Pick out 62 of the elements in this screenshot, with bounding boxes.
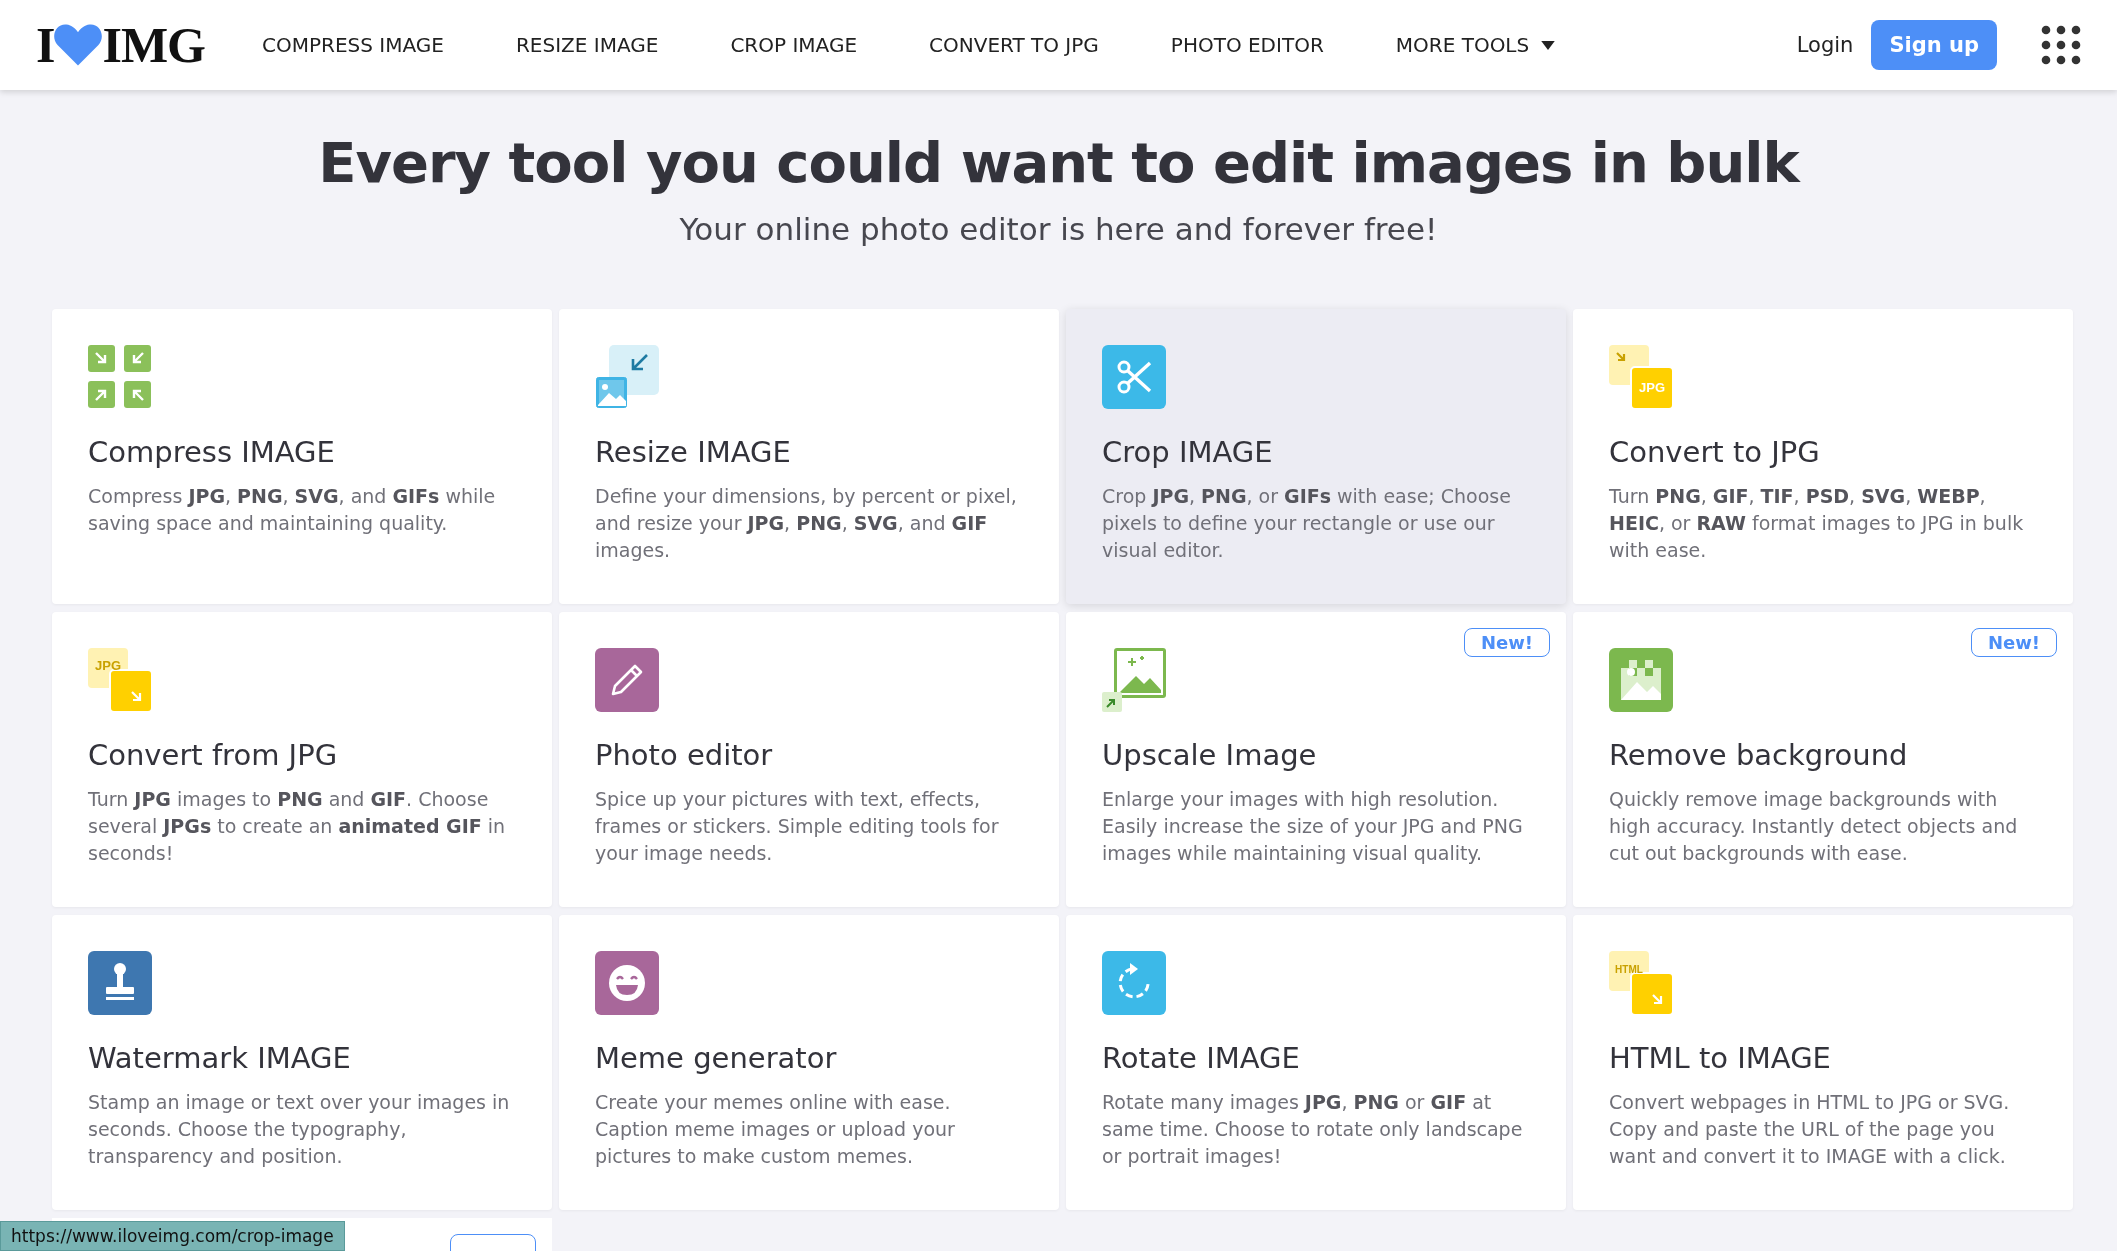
tool-card[interactable]: Watermark IMAGE Stamp an image or text over your images in seconds. Choose the typography, transparency and position. [52,915,552,1210]
new-badge: New! [1970,628,2057,657]
tool-description: Define your dimensions, by percent or pixel, and resize your JPG, PNG, SVG, and GIF images. [595,484,1018,563]
tool-card[interactable]: HTML HTML to IMAGE Convert webpages in HTML to JPG or SVG. Copy and paste the URL of the page you want and convert it to IMAGE with a click. [1573,915,2073,1210]
compress-arrows-icon [88,345,152,409]
page-subheading: Your online photo editor is here and forever free! [678,211,1439,247]
upscale-image-icon [1102,648,1166,712]
tool-card[interactable]: JPG Convert from JPG Turn JPG images to PNG and GIF. Choose several JPGs to create an animated GIF in seconds! [52,612,552,907]
tool-description: Crop JPG, PNG, or GIFs with ease; Choose pixels to define your rectangle or use our visual editor. [1102,484,1512,563]
nav-link[interactable]: CONVERT TO JPG [902,33,1126,57]
tool-title: Upscale Image [1102,738,1318,772]
stamp-icon [88,951,152,1015]
tool-card[interactable]: Rotate IMAGE Rotate many images JPG, PNG or GIF at same time. Choose to rotate only landscape or portrait images! [1066,915,1566,1210]
tool-description: Turn JPG images to PNG and GIF. Choose several JPGs to create an animated GIF in seconds! [88,787,507,866]
nav-link[interactable]: MORE TOOLS [1368,33,1583,57]
nav-link[interactable]: PHOTO EDITOR [1143,33,1351,57]
apps-menu-icon[interactable] [2041,25,2081,65]
caret-icon [1541,40,1556,50]
tool-title: Remove background [1609,738,1909,772]
laughing-face-icon [595,951,659,1015]
login-link[interactable]: Login [1796,33,1854,57]
pencil-icon [595,648,659,712]
tool-description: Convert webpages in HTML to JPG or SVG. Copy and paste the URL of the page you want and convert it to IMAGE with a click. [1609,1090,2011,1169]
rotate-icon [1102,951,1166,1015]
new-badge: New! [1463,628,1550,657]
tool-card[interactable]: Compress IMAGE Compress JPG, PNG, SVG, and GIFs while saving space and maintaining quality. [52,309,552,604]
checkered-image-icon [1609,648,1673,712]
tool-description: Rotate many images JPG, PNG or GIF at same time. Choose to rotate only landscape or portrait images! [1102,1090,1524,1169]
tool-card[interactable]: New! Remove background Quickly remove image backgrounds with high accuracy. Instantly detect objects and cut out backgrounds with ease. [1573,612,2073,907]
heart-icon [52,22,105,68]
tool-title: Photo editor [595,738,774,772]
tool-title: Rotate IMAGE [1102,1041,1301,1075]
tool-title: HTML to IMAGE [1609,1041,1832,1075]
nav-link[interactable]: COMPRESS IMAGE [235,33,471,57]
scissors-icon [1102,345,1166,409]
tool-title: Watermark IMAGE [88,1041,352,1075]
nav-link[interactable]: CROP IMAGE [703,33,885,57]
tool-card[interactable]: Photo editor Spice up your pictures with text, effects, frames or stickers. Simple editing tools for your image needs. [559,612,1059,907]
logo-text[interactable]: I [36,16,55,74]
tool-description: Compress JPG, PNG, SVG, and GIFs while saving space and maintaining quality. [88,484,497,536]
page-heading: Every tool you could want to edit images in bulk [317,130,1802,195]
tool-title: Resize IMAGE [595,435,792,469]
tool-description: Create your memes online with ease. Caption meme images or upload your pictures to make custom memes. [595,1090,956,1169]
tool-description: Stamp an image or text over your images in seconds. Choose the typography, transparency and position. [88,1090,511,1169]
nav-link[interactable]: RESIZE IMAGE [488,33,686,57]
link-preview-url: https://www.iloveimg.com/crop-image [0,1221,345,1251]
tool-description: Spice up your pictures with text, effects, frames or stickers. Simple editing tools for your image needs. [595,787,1000,866]
logo-text[interactable]: IMG [102,16,205,74]
tool-card[interactable]: JPG Convert to JPG Turn PNG, GIF, TIF, PSD, SVG, WEBP, HEIC, or RAW format images to JPG in bulk with ease. [1573,309,2073,604]
resize-image-icon [595,345,659,409]
tool-card[interactable]: Crop IMAGE Crop JPG, PNG, or GIFs with ease; Choose pixels to define your rectangle or use our visual editor. [1066,309,1566,604]
tool-title: Meme generator [595,1041,838,1075]
tool-title: Crop IMAGE [1102,435,1274,469]
tool-title: Convert to JPG [1609,435,1821,469]
tool-title: Convert from JPG [88,738,339,772]
tool-card[interactable]: Resize IMAGE Define your dimensions, by percent or pixel, and resize your JPG, PNG, SVG, and GIF images. [559,309,1059,604]
tool-card[interactable]: New! Upscale Image Enlarge your images with high resolution. Easily increase the size of your JPG and PNG images while maintaining visual quality. [1066,612,1566,907]
tool-title: Compress IMAGE [88,435,336,469]
tool-description: Quickly remove image backgrounds with high accuracy. Instantly detect objects and cut out backgrounds with ease. [1609,787,2019,866]
tool-card[interactable]: Meme generator Create your memes online with ease. Caption meme images or upload your pictures to make custom memes. [559,915,1059,1210]
tool-description: Enlarge your images with high resolution. Easily increase the size of your JPG and PNG images while maintaining visual quality. [1102,787,1524,866]
tool-description: Turn PNG, GIF, TIF, PSD, SVG, WEBP, HEIC, or RAW format images to JPG in bulk with ease. [1609,484,2025,563]
